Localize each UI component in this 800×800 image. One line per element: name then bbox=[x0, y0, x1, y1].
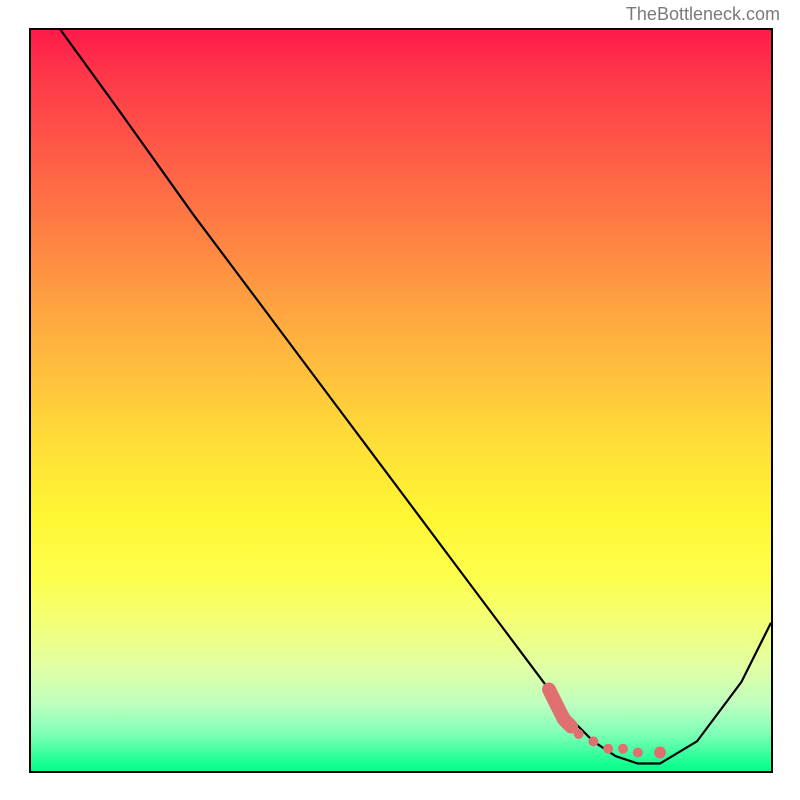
chart-background-gradient bbox=[31, 30, 771, 771]
watermark-text: TheBottleneck.com bbox=[626, 4, 780, 25]
chart-area bbox=[29, 28, 773, 773]
